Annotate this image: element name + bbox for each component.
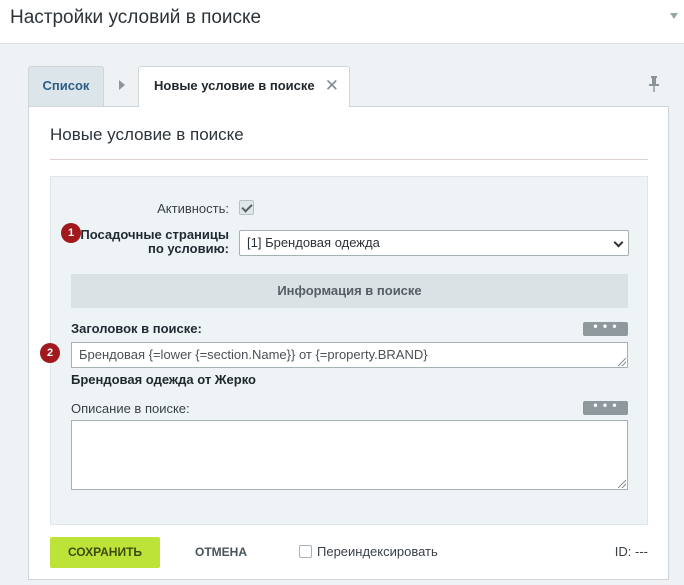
search-description-textarea[interactable] [71,420,628,490]
search-heading-value: Брендовая {=lower {=section.Name}} от {=… [79,347,428,362]
divider [50,159,648,160]
page-title: Настройки условий в поиске [10,7,262,28]
landing-pages-select[interactable]: [1] Брендовая одежда [239,230,629,256]
section-header: Информация в поиске [71,274,628,308]
pin-icon[interactable] [648,76,660,92]
record-id: ID: --- [614,544,648,559]
search-heading-input[interactable]: Брендовая {=lower {=section.Name}} от {=… [71,342,628,368]
description-macro-button[interactable]: • • • [583,399,628,415]
edit-panel: Новые условие в поиске Активность: 1 Пос… [28,106,669,580]
landing-pages-label: Посадочные страницы по условию: [80,228,229,256]
annotation-badge-2: 2 [40,343,60,363]
landing-pages-label-line2: по условию: [148,241,229,256]
tab-list[interactable]: Список [28,66,104,106]
form-box: Активность: 1 Посадочные страницы по усл… [40,176,648,525]
reindex-checkbox[interactable] [299,545,312,558]
reindex-label[interactable]: Переиндексировать [317,544,438,559]
heading-preview: Брендовая одежда от Жерко [71,372,256,387]
close-icon[interactable]: ✕ [325,67,339,105]
page-header: Настройки условий в поиске [0,0,684,44]
panel-title: Новые условие в поиске [50,125,244,144]
cancel-button[interactable]: ОТМЕНА [195,545,247,559]
landing-pages-label-line1: Посадочные страницы [80,227,229,242]
save-button[interactable]: СОХРАНИТЬ [50,537,160,568]
breadcrumb-arrow-icon [119,80,125,90]
landing-pages-select-value: [1] Брендовая одежда [247,235,380,250]
chevron-down-icon [613,237,624,248]
search-heading-label: Заголовок в поиске: [71,321,202,336]
collapse-triangle-icon[interactable] [670,13,678,19]
heading-macro-button[interactable]: • • • [583,320,628,336]
tab-new-condition-label: Новые условие в поиске [154,78,315,93]
resize-grip-icon[interactable] [618,358,626,366]
annotation-badge-1: 1 [61,223,81,243]
active-label: Активность: [157,201,229,216]
tab-new-condition[interactable]: Новые условие в поиске ✕ [138,66,350,107]
active-checkbox[interactable] [239,200,254,215]
search-description-label: Описание в поиске: [71,401,190,416]
resize-grip-icon[interactable] [618,480,626,488]
